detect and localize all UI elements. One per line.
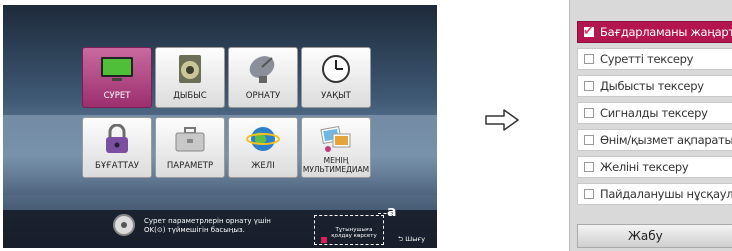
- menu-item-label: Өнім/қызмет ақпараты: [600, 133, 732, 147]
- tile-lock[interactable]: БҰҒАТТАУ: [82, 117, 152, 178]
- tile-option[interactable]: ПАРАМЕТР: [155, 117, 225, 178]
- menu-item-software-update[interactable]: ✔ Бағдарламаны жаңарту: [577, 21, 732, 43]
- menu-item-label: Суретті тексеру: [600, 52, 694, 66]
- menu-item-label: Сигналды тексеру: [600, 106, 708, 120]
- ok-button-icon: [113, 214, 135, 236]
- checkmark-icon: ✔: [583, 24, 594, 39]
- checkbox[interactable]: [584, 135, 594, 145]
- menu-item-user-guide[interactable]: Пайдаланушы нұсқаулығы: [577, 183, 732, 205]
- menu-item-signal-test[interactable]: Сигналды тексеру: [577, 102, 732, 124]
- tile-sound[interactable]: ДЫБЫС: [155, 47, 225, 108]
- tile-label: ДЫБЫС: [173, 91, 207, 101]
- tile-label: ЖЕЛІ: [251, 161, 275, 171]
- tile-label: БҰҒАТТАУ: [95, 161, 139, 171]
- checkbox[interactable]: [584, 81, 594, 91]
- menu-item-sound-test[interactable]: Дыбысты тексеру: [577, 75, 732, 97]
- briefcase-icon: [175, 127, 205, 152]
- padlock-icon: [106, 124, 128, 153]
- hint-text: Сурет параметрлерін орнату үшін OK(⊙) тү…: [144, 217, 271, 234]
- checkbox[interactable]: [584, 54, 594, 64]
- checkbox[interactable]: [584, 189, 594, 199]
- tv-screen-icon: [101, 57, 133, 81]
- menu-item-product-info[interactable]: Өнім/қызмет ақпараты: [577, 129, 732, 151]
- customer-support-menu: ✔ Бағдарламаны жаңарту Суретті тексеру Д…: [569, 0, 732, 251]
- tile-my-media[interactable]: МЕНІҢ МУЛЬТИМЕДИАМ: [301, 117, 371, 178]
- globe-icon: [246, 127, 280, 151]
- menu-item-label: Желіні тексеру: [600, 160, 689, 174]
- tile-label: УАҚЫТ: [321, 91, 351, 101]
- tv-home-screen: СУРЕТ ДЫБЫС ОРНАТУ УАҚЫТ БҰҒАТТАУ ПАРАМЕ…: [3, 5, 437, 248]
- customer-support-label[interactable]: Тұтынушыға қолдау көрсету: [330, 227, 378, 239]
- tile-label: ОРНАТУ: [245, 91, 281, 101]
- menu-item-picture-test[interactable]: Суретті тексеру: [577, 48, 732, 70]
- tile-label: МЕНІҢ МУЛЬТИМЕДИАМ: [302, 156, 370, 174]
- arrow-right-outline-icon: [485, 109, 519, 131]
- menu-item-label: Бағдарламаны жаңарту: [600, 25, 732, 39]
- menu-item-label: Дыбысты тексеру: [600, 79, 704, 93]
- red-button-icon: [321, 237, 327, 243]
- checkbox[interactable]: [584, 162, 594, 172]
- tile-time[interactable]: УАҚЫТ: [301, 47, 371, 108]
- tile-setup[interactable]: ОРНАТУ: [228, 47, 298, 108]
- tile-picture[interactable]: СУРЕТ: [82, 47, 152, 108]
- satellite-dish-icon: [249, 56, 275, 83]
- photos-music-icon: [320, 125, 351, 152]
- menu-item-network-test[interactable]: Желіні тексеру: [577, 156, 732, 178]
- checkbox[interactable]: [584, 108, 594, 118]
- close-button[interactable]: Жабу: [577, 224, 732, 248]
- tile-label: ПАРАМЕТР: [166, 161, 214, 171]
- tile-label: СУРЕТ: [103, 91, 131, 101]
- callout-label: a: [387, 204, 397, 220]
- tile-network[interactable]: ЖЕЛІ: [228, 117, 298, 178]
- exit-label[interactable]: ⮌ Шығу: [398, 235, 425, 246]
- speaker-icon: [179, 55, 201, 83]
- menu-item-label: Пайдаланушы нұсқаулығы: [600, 187, 732, 201]
- clock-icon: [322, 55, 350, 83]
- return-icon: ⮌: [398, 235, 404, 243]
- exit-text: Шығу: [405, 235, 426, 243]
